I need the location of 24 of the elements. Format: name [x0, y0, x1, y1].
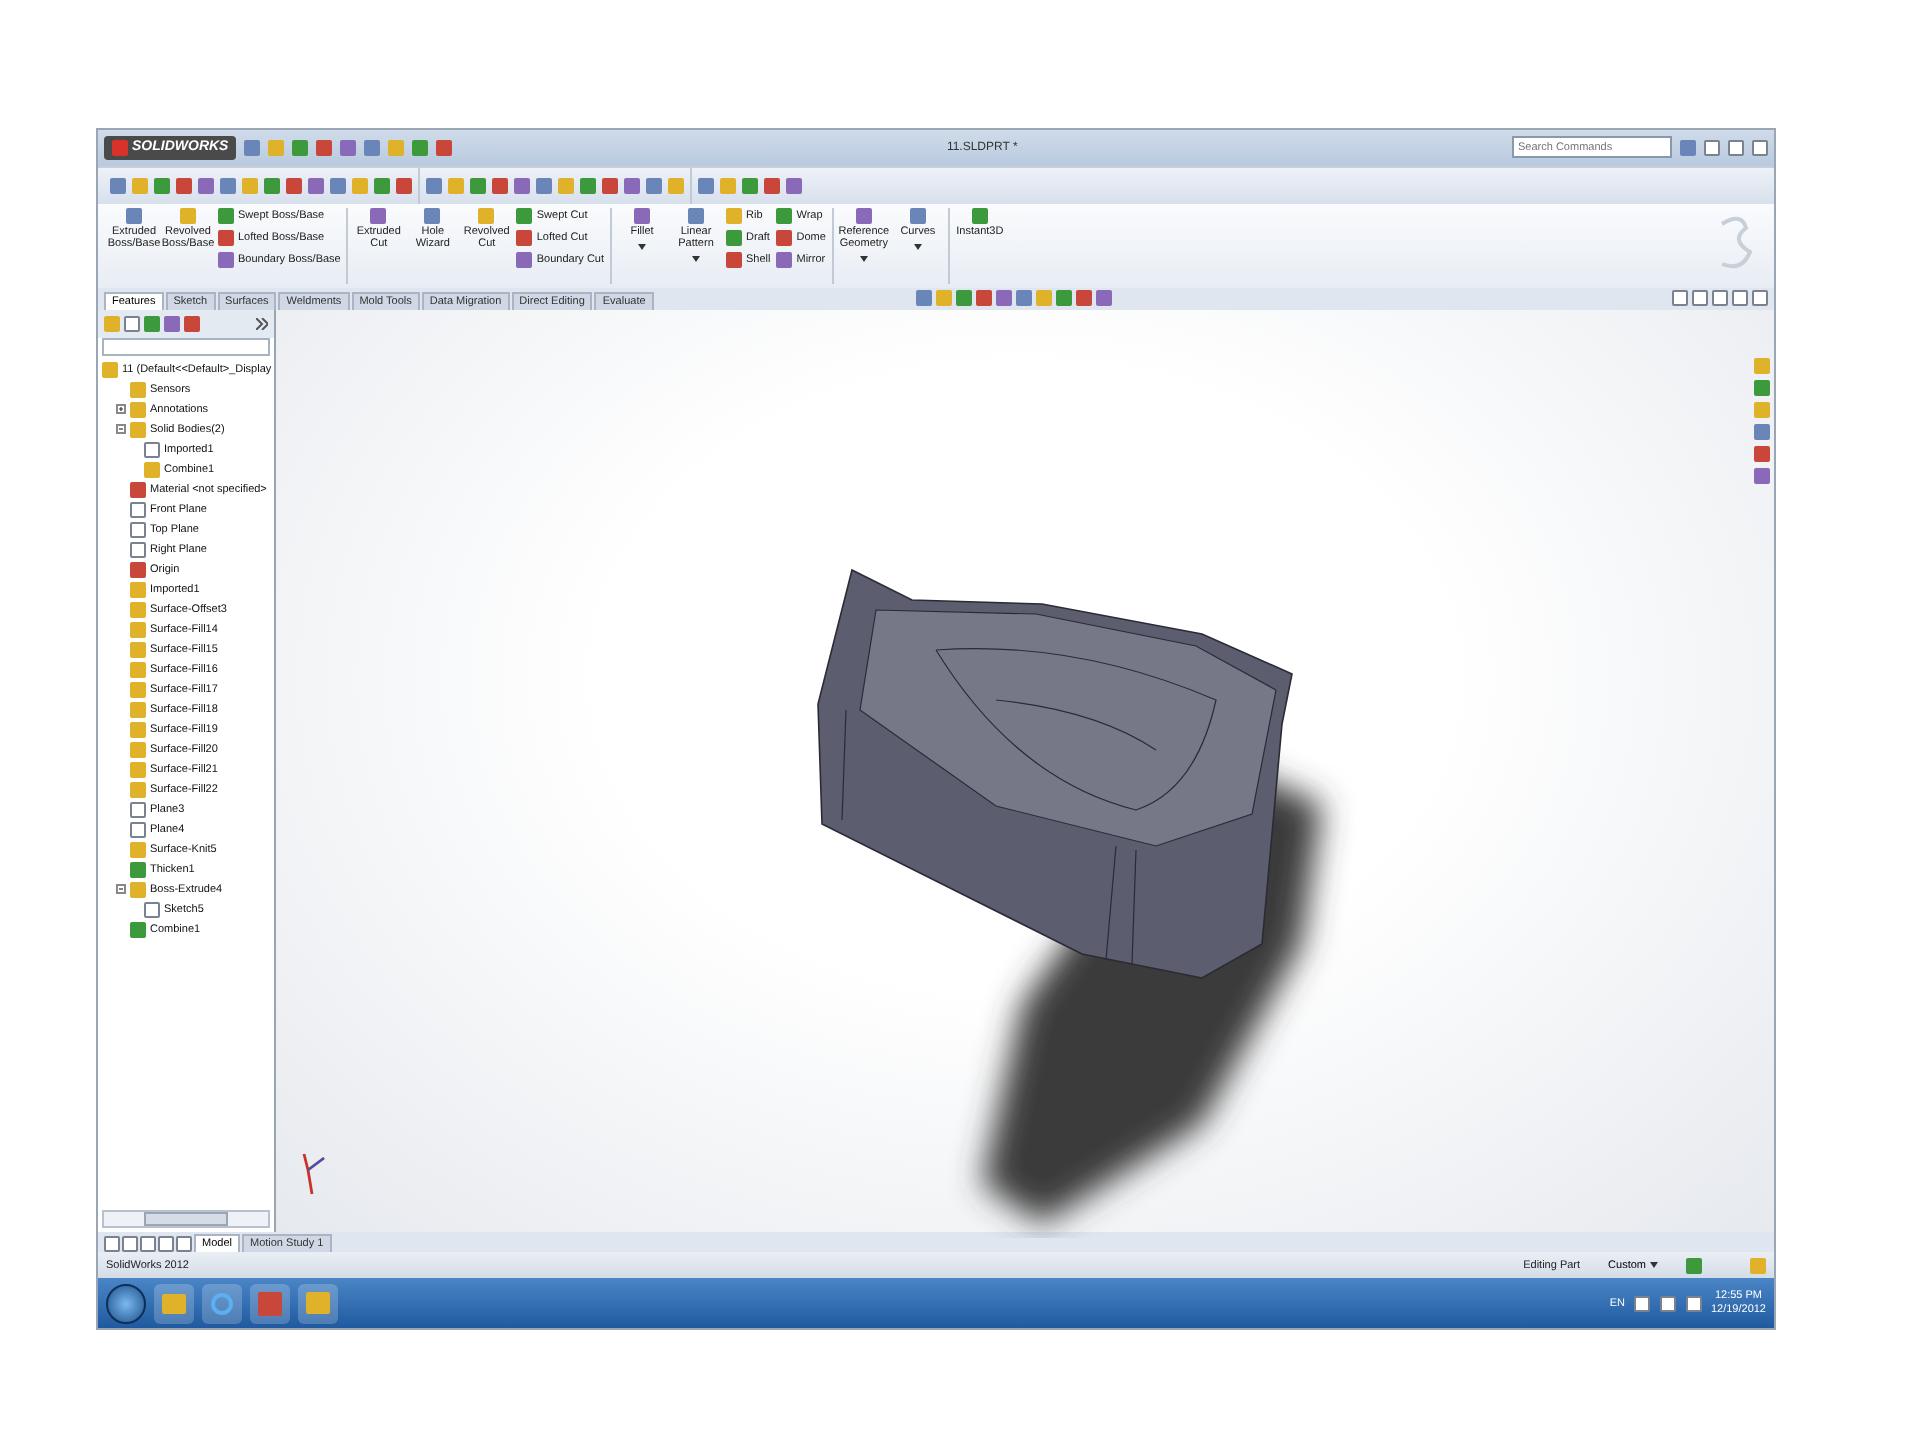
feature-icon: [370, 207, 387, 224]
feature-icon: [909, 207, 926, 224]
caret-icon: [638, 243, 647, 250]
caret-icon: [913, 243, 922, 250]
browser-icon[interactable]: [202, 1283, 242, 1324]
chevron-icon[interactable]: [256, 317, 268, 330]
feature-icon: [478, 207, 495, 224]
feature-icon: [855, 207, 872, 224]
caret-icon: [692, 255, 701, 262]
collapse-icon[interactable]: [116, 424, 126, 435]
expand-icon[interactable]: [116, 404, 126, 415]
feature-icon: [126, 207, 142, 224]
horizontal-scrollbar[interactable]: [102, 1210, 270, 1229]
feature-icon: [424, 207, 441, 224]
feature-icon: [180, 207, 196, 224]
filter-field[interactable]: [102, 337, 270, 356]
feature-icon: [688, 207, 705, 224]
feature-icon: [634, 207, 651, 224]
part-icon: [102, 361, 118, 378]
caret-icon: [859, 255, 868, 262]
collapse-icon[interactable]: [116, 884, 126, 895]
cad-app-icon[interactable]: [250, 1283, 290, 1324]
feature-icon: [971, 207, 988, 224]
start-button[interactable]: [106, 1283, 146, 1324]
